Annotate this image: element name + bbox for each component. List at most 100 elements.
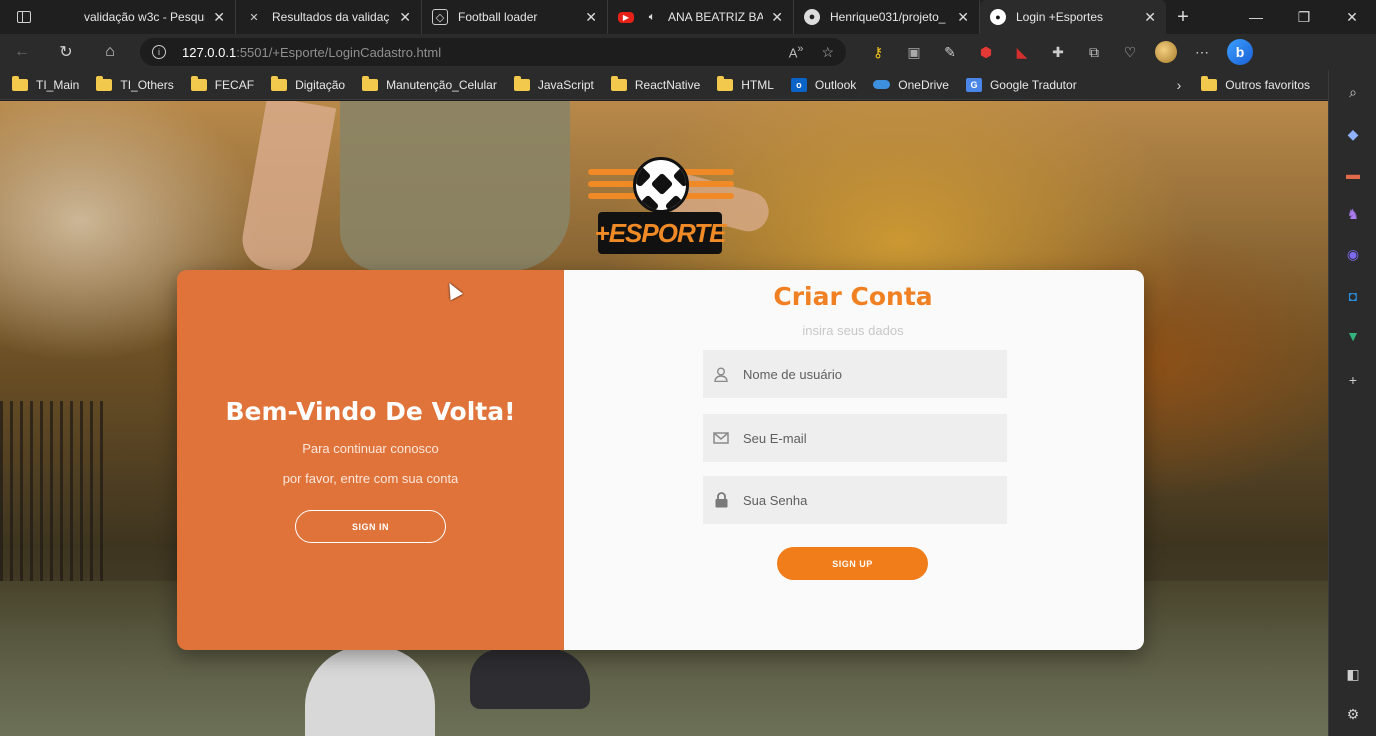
favorite-ti-others[interactable]: TI_Others [96, 75, 174, 92]
codepen-icon: ◇ [432, 9, 448, 25]
logo-text: +ESPORTE [595, 212, 726, 254]
close-icon[interactable]: ✕ [1144, 9, 1156, 26]
welcome-title: Bem-Vindo De Volta! [225, 397, 516, 426]
tab-strip: validação w3c - Pesqui ✕ ✕ Resultados da… [0, 0, 1376, 34]
favorite-reactnative[interactable]: ReactNative [610, 75, 700, 92]
refresh-button[interactable]: ↻ [44, 34, 88, 70]
copilot-icon[interactable]: ◉ [1339, 240, 1367, 268]
extension-bookmark-icon[interactable]: ◣ [1004, 34, 1040, 70]
folder-icon [190, 75, 207, 91]
tab-football-loader[interactable]: ◇ Football loader ✕ [422, 0, 608, 34]
home-button[interactable]: ⌂ [88, 34, 132, 70]
favorite-javascript[interactable]: JavaScript [513, 75, 594, 92]
other-favorites-folder[interactable]: Outros favoritos [1201, 75, 1310, 92]
drop-icon[interactable]: ▼ [1339, 322, 1367, 350]
tab-github[interactable]: ● Henrique031/projeto_ ✕ [794, 0, 980, 34]
favorite-outlook[interactable]: o Outlook [790, 77, 856, 92]
bing-copilot-button[interactable]: b [1222, 34, 1258, 70]
window-controls: — ❐ ✕ [1232, 0, 1376, 34]
new-tab-button[interactable]: + [1166, 0, 1200, 34]
favorite-label: HTML [741, 77, 774, 92]
email-input[interactable] [743, 430, 983, 446]
tab-title: Football loader [458, 10, 538, 24]
settings-gear-icon[interactable]: ⚙ [1339, 700, 1367, 728]
password-input[interactable] [743, 492, 983, 508]
favorite-fecaf[interactable]: FECAF [190, 75, 254, 92]
sign-up-button[interactable]: SIGN UP [777, 547, 928, 580]
favorite-label: TI_Main [36, 77, 80, 92]
info-icon[interactable]: i [152, 45, 166, 59]
url-path: :5501/+Esporte/LoginCadastro.html [236, 44, 442, 60]
other-favorites-label: Outros favoritos [1225, 77, 1310, 92]
extensions-puzzle-icon[interactable]: ✚ [1040, 34, 1076, 70]
avatar [1155, 41, 1177, 63]
close-icon[interactable]: ✕ [213, 9, 225, 26]
tab-resultados[interactable]: ✕ Resultados da validaç ✕ [236, 0, 422, 34]
close-icon[interactable]: ✕ [771, 9, 783, 26]
favorite-onedrive[interactable]: OneDrive [873, 78, 949, 92]
sign-in-button[interactable]: SIGN IN [295, 510, 446, 543]
collections-icon[interactable]: ⧉ [1076, 34, 1112, 70]
youtube-icon: ▶ [618, 11, 634, 23]
search-icon [58, 9, 74, 25]
games-icon[interactable]: ♞ [1339, 200, 1367, 228]
envelope-icon [713, 430, 729, 446]
minimize-button[interactable]: — [1232, 0, 1280, 34]
browser-essentials-icon[interactable]: ♡ [1112, 34, 1148, 70]
tab-validacao[interactable]: validação w3c - Pesqui ✕ [48, 0, 236, 34]
password-field[interactable] [703, 476, 1007, 524]
shopping-tag-icon[interactable]: ◆ [1339, 120, 1367, 148]
username-field[interactable] [703, 350, 1007, 398]
google-translate-icon: G [965, 77, 982, 92]
settings-more-icon[interactable]: ⋯ [1184, 34, 1220, 70]
favorite-star-icon[interactable]: ☆ [821, 44, 834, 61]
tab-title: Henrique031/projeto_ [830, 10, 946, 24]
favorite-digitacao[interactable]: Digitação [271, 75, 345, 92]
tab-actions-button[interactable] [0, 0, 48, 34]
sidebar-toggle-icon[interactable]: ◧ [1339, 660, 1367, 688]
favorite-html[interactable]: HTML [717, 75, 774, 92]
extension-pen-icon[interactable]: ✎ [932, 34, 968, 70]
football-icon: ● [990, 9, 1006, 25]
bing-icon: b [1227, 39, 1253, 65]
background-photo-fence [0, 401, 110, 581]
favorite-google-tradutor[interactable]: G Google Tradutor [965, 77, 1077, 92]
speaker-icon[interactable]: 🔈︎ [644, 9, 660, 25]
toolbox-icon[interactable]: ▬ [1339, 160, 1367, 188]
favorite-ti-main[interactable]: TI_Main [12, 75, 80, 92]
email-field[interactable] [703, 414, 1007, 462]
close-icon[interactable]: ✕ [399, 9, 411, 26]
favorite-label: Google Tradutor [989, 77, 1077, 92]
folder-icon [96, 75, 113, 91]
welcome-panel: Bem-Vindo De Volta! Para continuar conos… [177, 270, 564, 650]
signup-subtitle: insira seus dados [802, 323, 904, 338]
extension-key-icon[interactable]: ⚷ [860, 34, 896, 70]
favorites-bar: TI_Main TI_Others FECAF Digitação Manute… [0, 70, 1328, 100]
restore-button[interactable]: ❐ [1280, 0, 1328, 34]
extension-shield-icon[interactable]: ⬢ [968, 34, 1004, 70]
lock-icon [713, 492, 729, 508]
tab-login-esportes[interactable]: ● Login +Esportes ✕ [980, 0, 1166, 34]
close-icon[interactable]: ✕ [585, 9, 597, 26]
welcome-line-2: por favor, entre com sua conta [282, 471, 459, 486]
address-bar[interactable]: i 127.0.0.1:5501/+Esporte/LoginCadastro.… [140, 38, 846, 66]
tab-ana-beatriz[interactable]: ▶ 🔈︎ ANA BEATRIZ BAR ✕ [608, 0, 794, 34]
read-aloud-icon[interactable]: A» [789, 43, 804, 60]
extension-cube-icon[interactable]: ▣ [896, 34, 932, 70]
chevron-right-icon[interactable]: › [1177, 77, 1182, 93]
esporte-logo: +ESPORTE [588, 157, 734, 257]
outlook-icon[interactable]: ◘ [1339, 282, 1367, 310]
close-window-button[interactable]: ✕ [1328, 0, 1376, 34]
profile-avatar[interactable] [1148, 34, 1184, 70]
username-input[interactable] [743, 366, 983, 382]
background-photo-arm [237, 101, 337, 276]
close-icon[interactable]: ✕ [957, 9, 969, 26]
favorite-manutencao-celular[interactable]: Manutenção_Celular [362, 75, 497, 92]
back-button[interactable]: ← [0, 34, 44, 70]
signup-title: Criar Conta [773, 282, 933, 311]
tab-title: ANA BEATRIZ BAR [668, 10, 764, 24]
user-icon [713, 366, 729, 382]
tab-title: Login +Esportes [1016, 10, 1104, 24]
add-icon[interactable]: + [1339, 366, 1367, 394]
search-icon[interactable]: ⌕ [1339, 78, 1367, 106]
